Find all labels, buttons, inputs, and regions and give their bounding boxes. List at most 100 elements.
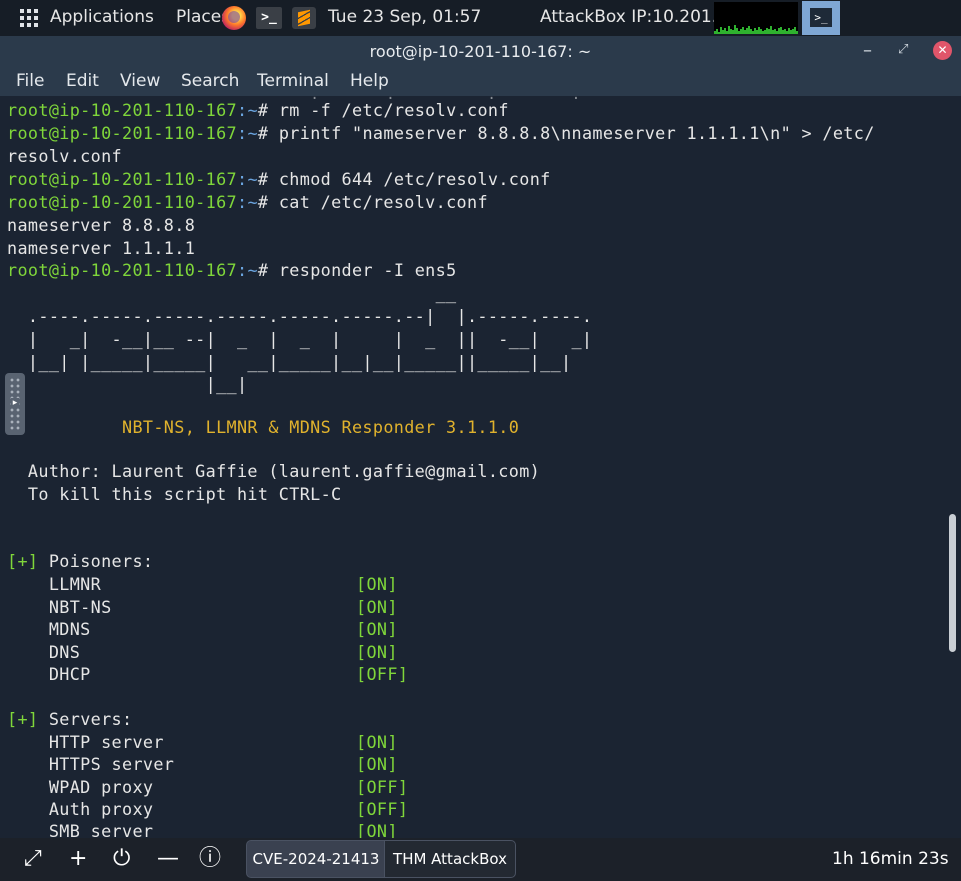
prompt-user: root@ip-10-201-110-167 [7,260,237,280]
active-terminal-indicator[interactable]: >_ [802,1,840,35]
server-status: [ON] [356,732,398,752]
prompt-suffix: # [257,260,279,280]
command-text: cat /etc/resolv.conf [278,192,488,212]
prompt-suffix: # [257,192,279,212]
terminal-icon: >_ [810,8,832,27]
side-panel-toggle[interactable]: ▸ [5,373,25,435]
banner-line: __ [7,283,457,303]
poisoner-row: DNS [7,641,80,663]
poisoner-name: DHCP [7,664,91,684]
author-line: Author: Laurent Gaffie (laurent.gaffie@g… [7,461,541,481]
banner-line: | _| -__|__ --| _ | _ | | _ || -__| _| [7,329,593,349]
poisoner-name: DNS [7,642,81,662]
terminal-launcher-icon[interactable]: >_ [256,7,282,29]
cpu-monitor-graph [714,2,798,34]
poisoner-status: [OFF] [356,664,409,684]
menu-edit[interactable]: Edit [66,71,99,91]
prompt-suffix: # [257,123,279,143]
server-row: HTTPS server [7,753,174,775]
fullscreen-icon[interactable]: ⤢ [24,847,42,871]
menu-search[interactable]: Search [181,71,239,91]
poisoners-heading: [+] Poisoners: [7,550,153,572]
command-text: printf "nameserver 8.8.8.8\nnameserver 1… [278,123,875,143]
info-icon[interactable]: ⓘ [199,847,221,871]
responder-version-line: NBT-NS, LLMNR & MDNS Responder 3.1.1.0 [7,417,520,437]
applications-menu[interactable]: Applications [50,7,154,27]
terminal-line-wrap: resolv.conf [7,146,122,166]
output-line: nameserver 8.8.8.8 [7,215,196,235]
banner-line: |__| |_____|_____| __|_____|__|__|_____|… [7,352,572,372]
section-tag: [+] [7,709,39,729]
prompt-user: root@ip-10-201-110-167 [7,192,237,212]
scrollbar-thumb[interactable] [949,514,956,652]
section-tag: [+] [7,551,39,571]
prompt-user: root@ip-10-201-110-167 [7,123,237,143]
add-icon[interactable]: + [69,847,87,871]
banner-line: |__| [7,374,248,394]
server-row: WPAD proxy [7,776,153,798]
prompt-path: :~ [236,260,258,280]
section-title: Servers: [38,709,133,729]
poisoner-status: [ON] [356,574,398,594]
server-status: [OFF] [356,799,409,819]
minimize-button[interactable]: – [863,40,872,61]
window-title: root@ip-10-201-110-167: ~ [369,42,592,61]
minimize-icon[interactable]: — [157,847,179,871]
applications-grid-icon[interactable] [20,9,38,27]
top-panel: Applications Places >_ Tue 23 Sep, 01:57… [0,0,961,36]
poisoner-row: NBT-NS [7,596,112,618]
session-timer: 1h 16min 23s [832,849,949,869]
poisoner-name: NBT-NS [7,597,112,617]
window-titlebar: root@ip-10-201-110-167: ~ – ⤢ ✕ [0,36,961,68]
sublime-text-icon[interactable] [292,7,316,29]
command-text: chmod 644 /etc/resolv.conf [278,169,551,189]
tab-cve-2024-21413[interactable]: CVE-2024-21413 [246,840,386,878]
clock[interactable]: Tue 23 Sep, 01:57 [328,7,481,27]
server-status: [OFF] [356,777,409,797]
server-name: WPAD proxy [7,777,154,797]
terminal-scrollbar[interactable] [944,96,961,838]
poisoner-status: [ON] [356,597,398,617]
prompt-path: :~ [236,192,258,212]
poisoner-row: LLMNR [7,573,101,595]
server-name: SMB server [7,821,154,838]
poisoner-row: DHCP [7,663,91,685]
tab-thm-attackbox[interactable]: THM AttackBox [384,840,516,878]
prompt-suffix: # [257,169,279,189]
prompt-suffix: # [257,100,279,120]
menu-file[interactable]: File [16,71,44,91]
banner-line: .----.-----.-----.-----.-----.-----.--| … [7,306,593,326]
server-status: [ON] [356,754,398,774]
prompt-path: :~ [236,123,258,143]
cpu-activity-bar [796,31,798,34]
close-button[interactable]: ✕ [933,41,952,60]
kill-hint-line: To kill this script hit CTRL-C [7,484,342,504]
prompt-user: root@ip-10-201-110-167 [7,100,237,120]
menu-view[interactable]: View [120,71,160,91]
power-icon[interactable]: ⏻ [113,847,130,871]
poisoner-row: MDNS [7,618,91,640]
output-line: nameserver 1.1.1.1 [7,238,196,258]
menu-bar: File Edit View Search Terminal Help [0,68,961,96]
server-row: Auth proxy [7,798,153,820]
server-name: HTTP server [7,732,164,752]
prompt-path: :~ [236,169,258,189]
command-text: responder -I ens5 [278,260,457,280]
command-text: rm -f /etc/resolv.conf [278,100,509,120]
poisoner-name: MDNS [7,619,91,639]
terminal-line: root@ip-10-201-110-167:~# printf "namese… [7,122,875,144]
maximize-button[interactable]: ⤢ [898,42,908,57]
menu-terminal[interactable]: Terminal [257,71,329,91]
terminal-line: root@ip-10-201-110-167:~# cat /etc/resol… [7,191,488,213]
poisoner-name: LLMNR [7,574,102,594]
server-name: HTTPS server [7,754,175,774]
terminal-output[interactable]: . . . . root@ip-10-201-110-167:~# rm -f … [0,96,961,838]
servers-heading: [+] Servers: [7,708,132,730]
poisoner-status: [ON] [356,619,398,639]
expand-arrow-icon: ▸ [11,398,19,408]
terminal-line: root@ip-10-201-110-167:~# responder -I e… [7,259,457,281]
menu-help[interactable]: Help [350,71,389,91]
server-row: SMB server [7,820,153,838]
firefox-icon[interactable] [222,6,246,30]
server-status: [ON] [356,821,398,838]
